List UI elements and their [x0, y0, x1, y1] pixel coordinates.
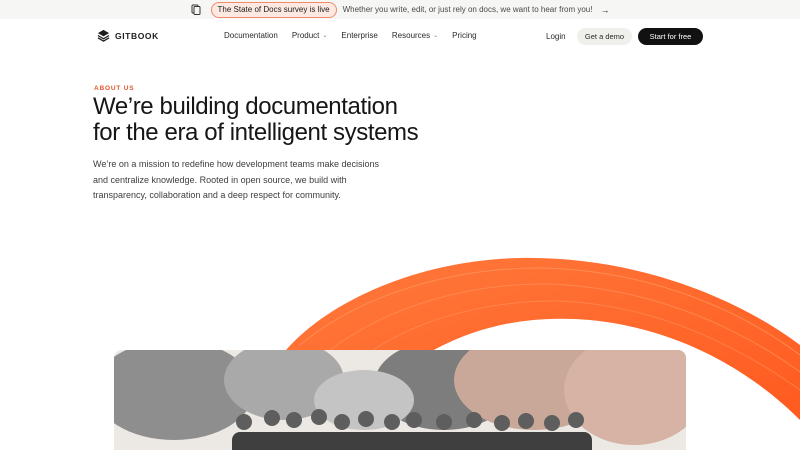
chevron-down-icon: ⌄ — [322, 33, 328, 39]
login-link[interactable]: Login — [546, 32, 566, 41]
page-title: We’re building documentation for the era… — [93, 94, 513, 146]
nav-item-label: Product — [291, 31, 320, 40]
get-demo-button[interactable]: Get a demo — [577, 28, 632, 45]
page-title-line-2: for the era of intelligent systems — [93, 119, 419, 146]
arrow-right-icon[interactable]: → — [600, 5, 609, 15]
document-icon — [191, 4, 201, 15]
nav-item-label: Enterprise — [341, 31, 378, 40]
hero-description: We’re on a mission to redefine how devel… — [93, 159, 379, 200]
nav-item-label: Pricing — [452, 31, 477, 40]
nav-item-product[interactable]: Product ⌄ — [292, 31, 328, 40]
gitbook-logo[interactable]: GITBOOK — [97, 29, 159, 42]
gitbook-logo-icon — [97, 29, 110, 42]
team-photo-illustration — [114, 350, 686, 450]
page-title-line-1: We’re building documentation — [93, 93, 398, 120]
nav-item-label: Resources — [391, 31, 431, 40]
nav-item-resources[interactable]: Resources ⌄ — [392, 31, 438, 40]
eyebrow-label: ABOUT US — [94, 85, 135, 92]
main-menu: Documentation Product ⌄ Enterprise Resou… — [224, 31, 477, 40]
announcement-bar[interactable]: The State of Docs survey is live Whether… — [0, 0, 800, 19]
announcement-message[interactable]: Whether you write, edit, or just rely on… — [343, 5, 593, 14]
chevron-down-icon: ⌄ — [433, 33, 439, 39]
brand-name: GITBOOK — [115, 30, 159, 41]
nav-item-label: Documentation — [224, 31, 278, 40]
nav-item-documentation[interactable]: Documentation — [224, 31, 278, 40]
team-photo — [114, 350, 686, 450]
survey-pill[interactable]: The State of Docs survey is live — [210, 1, 337, 18]
nav-item-pricing[interactable]: Pricing — [452, 31, 476, 40]
start-free-button[interactable]: Start for free — [638, 28, 703, 45]
nav-item-enterprise[interactable]: Enterprise — [341, 31, 377, 40]
top-navigation: GITBOOK Documentation Product ⌄ Enterpri… — [0, 19, 800, 55]
